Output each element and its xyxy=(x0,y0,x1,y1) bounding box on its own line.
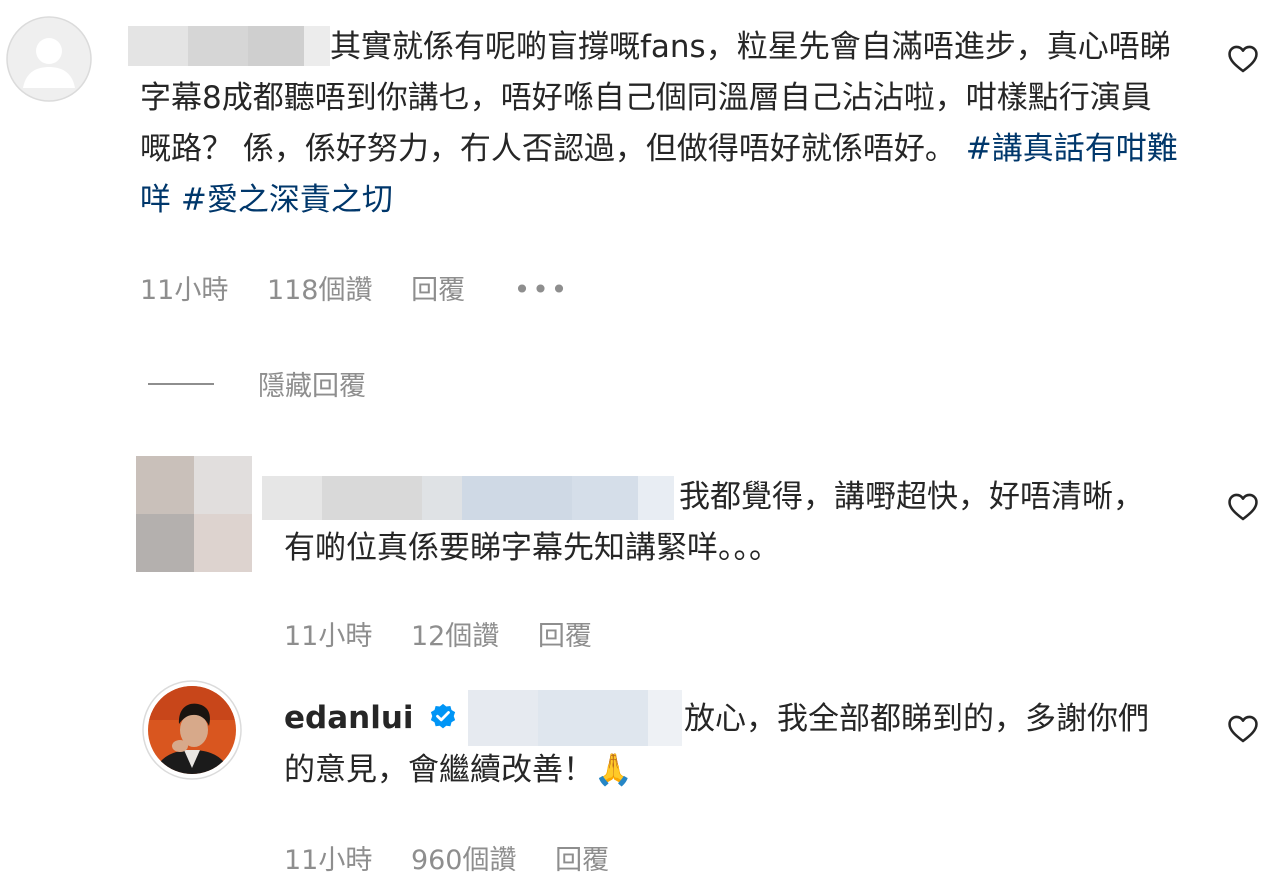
comment-time[interactable]: 11小時 xyxy=(284,621,372,652)
reply-button[interactable]: 回覆 xyxy=(555,845,609,876)
like-count[interactable]: 960個讚 xyxy=(411,845,517,876)
heart-icon[interactable] xyxy=(1226,490,1260,524)
thread-divider xyxy=(148,383,214,385)
default-avatar-icon xyxy=(6,16,92,102)
profile-photo xyxy=(142,680,242,780)
avatar[interactable] xyxy=(6,16,92,102)
comment-text: 我都覺得，講嘢超快，好唔清晰，有啲位真係要睇字幕先知講緊咩。。。 xyxy=(284,479,1144,566)
comment-time[interactable]: 11小時 xyxy=(140,275,228,306)
reply-button[interactable]: 回覆 xyxy=(411,275,465,306)
avatar[interactable] xyxy=(136,456,252,572)
heart-icon[interactable] xyxy=(1226,42,1260,76)
reply-button[interactable]: 回覆 xyxy=(538,621,592,652)
like-count[interactable]: 118個讚 xyxy=(267,275,373,306)
heart-icon[interactable] xyxy=(1226,712,1260,746)
hide-replies-label[interactable]: 隱藏回覆 xyxy=(258,364,366,403)
more-options-icon[interactable]: ••• xyxy=(514,273,570,306)
like-count[interactable]: 12個讚 xyxy=(411,621,499,652)
avatar[interactable] xyxy=(142,680,242,780)
comment-text: 放心，我全部都睇到的，多謝你們的意見，會繼續改善！🙏 xyxy=(284,701,1149,788)
comment-time[interactable]: 11小時 xyxy=(284,845,372,876)
